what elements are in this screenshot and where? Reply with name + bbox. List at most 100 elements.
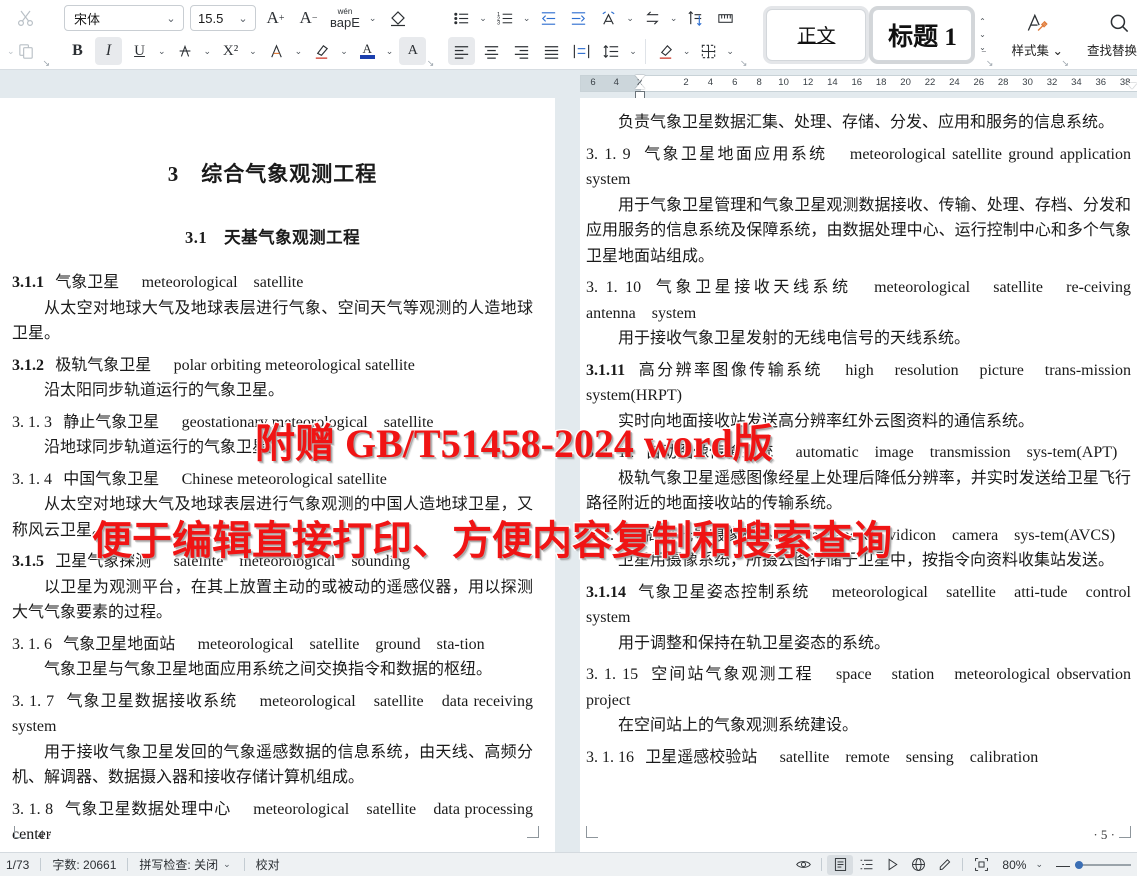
edit-pen-icon[interactable] xyxy=(931,855,957,875)
ruler-tick: 14 xyxy=(827,77,838,88)
font-dialog-launcher[interactable]: ↘ xyxy=(427,59,435,68)
chevron-down-icon[interactable]: ⌄ xyxy=(369,13,379,24)
chevron-down-icon[interactable]: ⌄ xyxy=(626,13,636,24)
horizontal-ruler[interactable]: 642 246810121416182022242628303234363840… xyxy=(580,75,1137,92)
term-chinese: 高级光导摄像机系统 xyxy=(645,527,789,544)
chevron-down-icon[interactable]: ⌄ xyxy=(249,46,259,57)
scroll-up-icon[interactable]: ⌃ xyxy=(979,17,986,26)
page-view-icon[interactable] xyxy=(827,855,853,875)
style-set-dialog-launcher[interactable]: ↘ xyxy=(1061,59,1069,68)
chevron-down-icon[interactable]: ⌄ xyxy=(629,46,639,57)
chevron-down-icon[interactable]: ⌄ xyxy=(726,46,736,57)
styles-dialog-launcher[interactable]: ↘ xyxy=(986,59,994,68)
eye-icon[interactable] xyxy=(790,855,816,875)
ruler-bar: 642 246810121416182022242628303234363840… xyxy=(0,70,1137,98)
ruler-tick: 36 xyxy=(1096,77,1107,88)
cut-icon[interactable] xyxy=(6,3,46,33)
superscript-button[interactable]: X² xyxy=(217,37,244,65)
spellcheck-status[interactable]: 拼写检查: 关闭 ⌄ xyxy=(128,855,243,875)
align-left-icon[interactable] xyxy=(448,37,475,65)
scroll-down-icon[interactable]: ⌄ xyxy=(979,30,986,39)
term-english: satellite meteorological sounding xyxy=(174,553,410,570)
align-right-icon[interactable] xyxy=(508,37,535,65)
zoom-slider[interactable] xyxy=(1075,864,1131,866)
chevron-down-icon[interactable]: ⌄ xyxy=(159,12,183,25)
chevron-down-icon[interactable]: ⌄ xyxy=(1035,859,1051,870)
first-line-indent-marker[interactable] xyxy=(635,75,645,81)
italic-button[interactable]: I xyxy=(95,37,122,65)
outline-view-icon[interactable] xyxy=(853,855,879,875)
style-item-heading1[interactable]: 标题 1 xyxy=(872,9,972,61)
character-border-icon[interactable]: A xyxy=(399,37,426,65)
page-right-content: 负责气象卫星数据汇集、处理、存储、分发、应用和服务的信息系统。3. 1. 9气象… xyxy=(580,98,1137,770)
bold-button[interactable]: B xyxy=(64,37,91,65)
underline-button[interactable]: U xyxy=(126,37,153,65)
term-number: 3. 1. 4 xyxy=(12,471,52,488)
line-spacing-icon[interactable] xyxy=(598,37,625,65)
text-effects-icon[interactable] xyxy=(263,37,290,65)
highlight-icon[interactable] xyxy=(308,37,335,65)
paragraph-dialog-launcher[interactable]: ↘ xyxy=(740,59,748,68)
strikethrough-button[interactable] xyxy=(172,37,199,65)
find-replace-button[interactable]: 查找替换 ⌄ xyxy=(1083,4,1137,66)
chevron-down-icon[interactable]: ⌄ xyxy=(231,12,255,25)
chevron-down-icon[interactable]: ⌄ xyxy=(523,13,533,24)
numbering-icon[interactable]: 1 2 3 xyxy=(492,4,519,32)
font-color-icon[interactable]: A xyxy=(354,37,381,65)
sort-icon[interactable] xyxy=(682,4,709,32)
focus-icon[interactable] xyxy=(968,855,994,875)
show-marks-icon[interactable] xyxy=(712,4,739,32)
clipboard-dialog-launcher[interactable]: ↘ xyxy=(42,59,50,68)
chevron-down-icon[interactable]: ⌄ xyxy=(158,46,168,57)
proofread-button[interactable]: 校对 xyxy=(245,855,291,875)
style-item-normal[interactable]: 正文 xyxy=(766,9,866,61)
font-name-combo[interactable]: 宋体 ⌄ xyxy=(64,5,184,31)
chevron-down-icon[interactable]: ⌄ xyxy=(340,46,350,57)
document-page-left[interactable]: 3 综合气象观测工程 3.1 天基气象观测工程 3.1.1气象卫星meteoro… xyxy=(0,98,555,852)
term-chinese: 气象卫星地面应用系统 xyxy=(642,146,828,163)
definition-paragraph: 用于气象卫星管理和气象卫星观测数据接收、传输、处理、存档、分发和应用服务的信息系… xyxy=(586,193,1131,270)
term-chinese: 气象卫星 xyxy=(55,274,119,291)
chevron-down-icon[interactable]: ⌄ xyxy=(683,46,693,57)
document-page-right[interactable]: 负责气象卫星数据汇集、处理、存储、分发、应用和服务的信息系统。3. 1. 9气象… xyxy=(580,98,1137,852)
text-direction-icon[interactable] xyxy=(639,4,666,32)
shading-icon[interactable] xyxy=(652,37,679,65)
styles-scroll-controls[interactable]: ⌃ ⌄ ⌄̲ xyxy=(975,9,989,61)
align-distribute-icon[interactable] xyxy=(568,37,595,65)
phonetic-icon[interactable] xyxy=(595,4,622,32)
ruler-tick: 10 xyxy=(778,77,789,88)
chevron-down-icon[interactable]: ⌄ xyxy=(386,46,396,57)
grow-font-icon[interactable]: A+ xyxy=(262,4,289,32)
right-indent-marker[interactable] xyxy=(1127,83,1137,89)
term-chinese: 静止气象卫星 xyxy=(63,414,159,431)
clear-format-icon[interactable] xyxy=(384,4,411,32)
page-number-right: · 5 · xyxy=(1093,827,1115,843)
hanging-indent-marker[interactable] xyxy=(635,83,645,89)
borders-icon[interactable] xyxy=(695,37,722,65)
page-title: 3 综合气象观测工程 xyxy=(12,158,533,188)
zoom-slider-handle[interactable] xyxy=(1075,861,1083,869)
word-count[interactable]: 字数: 20661 xyxy=(41,855,127,875)
align-justify-icon[interactable] xyxy=(538,37,565,65)
chevron-down-icon[interactable]: ⌄ xyxy=(670,13,680,24)
bullets-icon[interactable] xyxy=(448,4,475,32)
decrease-indent-icon[interactable] xyxy=(535,4,562,32)
chevron-down-icon[interactable]: ⌄ xyxy=(479,13,489,24)
web-view-icon[interactable] xyxy=(905,855,931,875)
chevron-down-icon[interactable]: ⌄ xyxy=(295,46,305,57)
shrink-font-icon[interactable]: A− xyxy=(295,4,322,32)
chevron-down-icon[interactable]: ⌄ xyxy=(223,859,233,870)
document-workspace[interactable]: 3 综合气象观测工程 3.1 天基气象观测工程 3.1.1气象卫星meteoro… xyxy=(0,98,1137,852)
font-size-combo[interactable]: 15.5 ⌄ xyxy=(190,5,256,31)
ruler-tick: 12 xyxy=(803,77,814,88)
zoom-level[interactable]: 80% xyxy=(994,855,1034,875)
increase-indent-icon[interactable] xyxy=(565,4,592,32)
styles-more-icon[interactable]: ⌄̲ xyxy=(979,43,986,52)
align-center-icon[interactable] xyxy=(478,37,505,65)
chevron-down-icon[interactable]: ⌄ xyxy=(204,46,214,57)
style-set-button[interactable]: 样式集 ⌄ xyxy=(1007,4,1066,66)
presentation-icon[interactable] xyxy=(879,855,905,875)
phonetic-guide-icon[interactable]: wén варЕ xyxy=(328,4,362,32)
zoom-out-button[interactable]: — xyxy=(1051,857,1075,873)
page-indicator[interactable]: 1/73 xyxy=(6,855,40,875)
